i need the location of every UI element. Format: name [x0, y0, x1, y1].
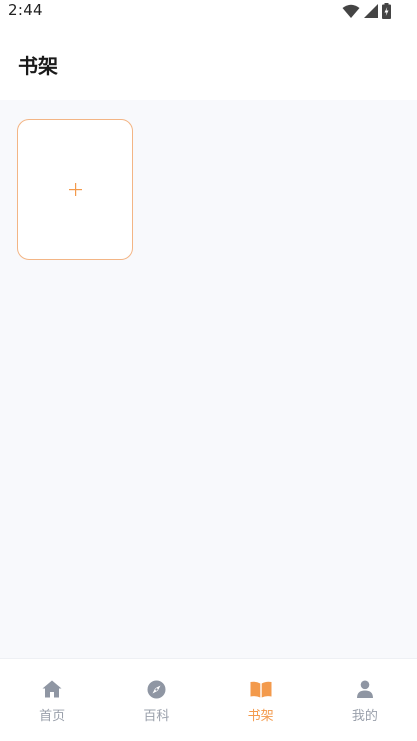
status-icons — [342, 3, 391, 19]
compass-icon — [145, 679, 167, 699]
tab-bookshelf-label: 书架 — [247, 709, 274, 724]
tab-home-label: 首页 — [39, 709, 66, 724]
user-icon — [354, 679, 376, 699]
wifi-icon — [342, 4, 360, 19]
cell-signal-icon — [364, 4, 378, 18]
tab-encyclopedia-label: 百科 — [143, 709, 170, 724]
home-icon — [41, 679, 63, 699]
tab-profile[interactable]: 我的 — [313, 659, 417, 741]
bookshelf-content — [0, 100, 417, 658]
add-book-button[interactable] — [17, 119, 133, 260]
plus-icon — [68, 183, 82, 196]
status-bar: 2:44 — [0, 0, 417, 22]
header: 书架 — [0, 22, 417, 100]
page-title: 书架 — [18, 54, 58, 78]
status-time: 2:44 — [8, 1, 43, 19]
tab-encyclopedia[interactable]: 百科 — [104, 659, 208, 741]
battery-icon — [382, 3, 391, 19]
bottom-tabbar: 首页 百科 书架 我的 — [0, 658, 417, 741]
tab-bookshelf[interactable]: 书架 — [209, 659, 313, 741]
tab-profile-label: 我的 — [351, 709, 378, 724]
tab-home[interactable]: 首页 — [0, 659, 104, 741]
book-icon — [250, 679, 272, 699]
